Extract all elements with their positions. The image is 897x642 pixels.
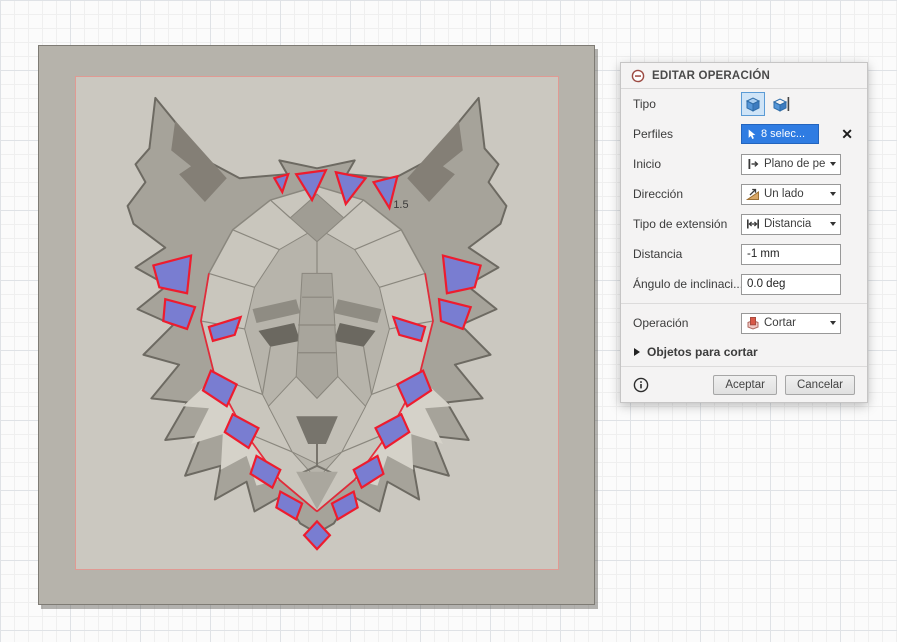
row-direccion: Dirección Un lado [621, 179, 867, 209]
profile-plane-icon [748, 159, 759, 169]
extrude-solid-type-button[interactable] [741, 92, 765, 116]
direction-value: Un lado [764, 188, 804, 200]
dialog-footer: Aceptar Cancelar [621, 366, 867, 402]
extent-type-value: Distancia [764, 218, 812, 230]
accept-button[interactable]: Aceptar [713, 374, 777, 395]
sketch-region[interactable]: 1.5 [75, 76, 559, 570]
operacion-label: Operación [633, 316, 689, 330]
objects-to-cut-section[interactable]: Objetos para cortar [621, 338, 867, 366]
collapse-icon[interactable] [631, 69, 645, 83]
sketch-dimension-label: 1.5 [393, 199, 408, 211]
operation-dropdown[interactable]: Cortar [741, 312, 841, 334]
chevron-down-icon [830, 162, 836, 166]
wolf-model-canvas[interactable]: 1.5 [76, 77, 558, 569]
cut-operation-icon [747, 317, 759, 330]
dialog-header: EDITAR OPERACIÓN [621, 63, 867, 89]
direction-dropdown[interactable]: Un lado [741, 183, 841, 205]
row-extension: Tipo de extensión Distancia [621, 209, 867, 239]
operation-value: Cortar [764, 317, 796, 329]
distancia-label: Distancia [633, 247, 683, 261]
extent-type-dropdown[interactable]: Distancia [741, 213, 841, 235]
extrude-solid-icon [745, 97, 761, 112]
cursor-arrow-icon [748, 129, 756, 139]
edit-operation-dialog: EDITAR OPERACIÓN Tipo Perfiles 8 selec..… [620, 62, 868, 403]
row-angulo: Ángulo de inclinaci... [621, 269, 867, 299]
cancel-button[interactable]: Cancelar [784, 374, 855, 395]
info-icon[interactable] [633, 377, 649, 393]
row-perfiles: Perfiles 8 selec... ✕ [621, 119, 867, 149]
tipo-label: Tipo [633, 97, 656, 111]
fusion-workspace: 1.5 EDITAR OPERACIÓN Tipo Perfiles 8 sel… [0, 0, 897, 642]
one-side-direction-icon [746, 188, 759, 200]
row-operacion: Operación Cortar [621, 308, 867, 338]
distance-input[interactable] [741, 243, 841, 265]
profiles-count: 8 selec... [761, 128, 806, 140]
distance-extent-icon [747, 219, 759, 229]
separator [621, 303, 867, 304]
extrude-thin-icon [772, 97, 790, 112]
disclosure-triangle-icon [634, 348, 640, 356]
chevron-down-icon [830, 222, 836, 226]
row-tipo: Tipo [621, 89, 867, 119]
angulo-label: Ángulo de inclinaci... [633, 277, 741, 291]
direccion-label: Dirección [633, 187, 684, 201]
chevron-down-icon [830, 192, 836, 196]
dialog-title: EDITAR OPERACIÓN [652, 69, 770, 82]
profiles-selection-chip[interactable]: 8 selec... [741, 124, 819, 144]
start-dropdown[interactable]: Plano de pe... [741, 153, 841, 175]
inicio-label: Inicio [633, 157, 662, 171]
taper-angle-input[interactable] [741, 273, 841, 295]
row-distancia: Distancia [621, 239, 867, 269]
objects-to-cut-label: Objetos para cortar [647, 345, 758, 359]
extrude-thin-type-button[interactable] [769, 92, 793, 116]
model-viewport[interactable]: 1.5 [38, 45, 595, 605]
clear-selection-button[interactable]: ✕ [839, 127, 855, 141]
extension-label: Tipo de extensión [633, 217, 728, 231]
chevron-down-icon [830, 321, 836, 325]
perfiles-label: Perfiles [633, 127, 674, 141]
row-inicio: Inicio Plano de pe... [621, 149, 867, 179]
start-value: Plano de pe... [764, 158, 826, 170]
